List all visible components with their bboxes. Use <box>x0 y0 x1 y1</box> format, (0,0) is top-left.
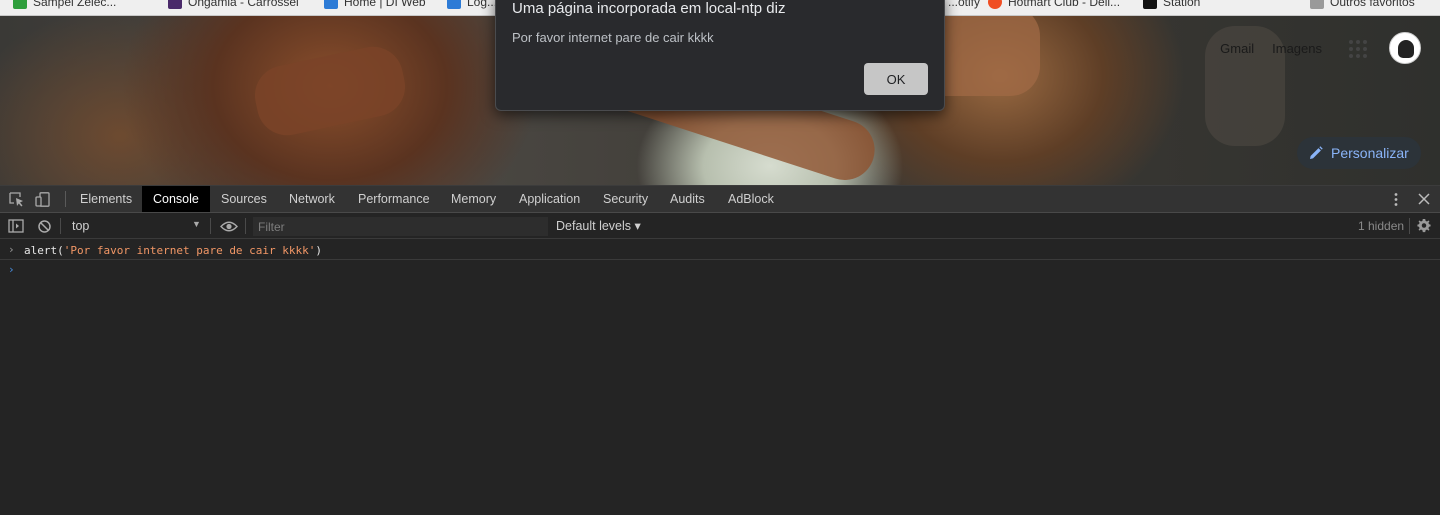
bookmark-item[interactable]: Sampel Zelec... <box>13 0 116 11</box>
dialog-message: Por favor internet pare de cair kkkk <box>512 30 714 45</box>
bookmark-favicon-icon <box>168 0 182 9</box>
bookmark-favicon-icon <box>13 0 27 9</box>
code-token: alert( <box>24 244 64 257</box>
dialog-title: Uma página incorporada em local-ntp diz <box>512 0 786 17</box>
code-token: ) <box>315 244 323 257</box>
console-code: alert('Por favor internet pare de cair k… <box>24 244 322 257</box>
context-selector[interactable]: top <box>64 216 208 236</box>
divider <box>210 218 211 234</box>
bookmark-label: Sampel Zelec... <box>33 0 117 9</box>
bookmark-label: Home | DI Web <box>344 0 426 9</box>
alert-dialog: Uma página incorporada em local-ntp diz … <box>495 0 945 111</box>
bookmark-label: Outros favoritos <box>1330 0 1415 9</box>
tab-adblock[interactable]: AdBlock <box>718 186 784 212</box>
code-string: 'Por favor internet pare de cair kkkk' <box>63 244 316 257</box>
customize-button[interactable]: Personalizar <box>1297 137 1421 169</box>
log-levels-dropdown[interactable]: Default levels ▾ <box>556 218 641 233</box>
console-toolbar: top ▼ Default levels ▾ 1 hidden <box>0 213 1440 239</box>
close-icon[interactable] <box>1416 192 1432 207</box>
tab-elements[interactable]: Elements <box>70 186 142 212</box>
clear-console-icon[interactable] <box>37 219 53 234</box>
bookmark-item[interactable]: Station <box>1143 0 1200 11</box>
divider <box>1409 218 1410 234</box>
ntp-header-links: Gmail Imagens <box>1220 41 1322 56</box>
avatar[interactable] <box>1389 32 1421 64</box>
pencil-icon <box>1310 146 1323 159</box>
bookmark-favicon-icon <box>988 0 1002 9</box>
devtools-panel: Elements Console Sources Network Perform… <box>0 185 1440 515</box>
gmail-link[interactable]: Gmail <box>1220 41 1254 56</box>
gear-icon[interactable] <box>1416 218 1432 233</box>
filter-input[interactable] <box>253 217 548 236</box>
divider <box>245 218 246 234</box>
bookmark-item[interactable]: Ongamia - Carrossel <box>168 0 299 11</box>
kebab-menu-icon[interactable] <box>1388 192 1404 207</box>
bookmark-label: Station <box>1163 0 1201 9</box>
bookmark-label: Ongamia - Carrossel <box>188 0 299 9</box>
tab-performance[interactable]: Performance <box>348 186 440 212</box>
console-prompt[interactable]: › <box>0 261 1440 280</box>
background-decoration <box>249 41 411 141</box>
bookmark-label: Log... <box>467 0 498 9</box>
context-value: top <box>72 219 90 233</box>
console-entry: › alert('Por favor internet pare de cair… <box>0 241 1440 260</box>
tab-sources[interactable]: Sources <box>211 186 277 212</box>
input-prompt-icon: › <box>8 243 15 256</box>
hidden-count: 1 hidden <box>1358 219 1405 233</box>
tab-security[interactable]: Security <box>593 186 658 212</box>
live-expression-eye-icon[interactable] <box>220 219 238 234</box>
bookmark-favicon-icon <box>1143 0 1157 9</box>
divider <box>65 191 66 207</box>
inspect-element-icon[interactable] <box>9 192 25 207</box>
apps-grid-icon[interactable] <box>1349 40 1367 58</box>
bookmark-item[interactable]: Outros favoritos <box>1310 0 1415 11</box>
tab-memory[interactable]: Memory <box>441 186 506 212</box>
bookmark-item[interactable]: Hotmart Club - Dell... <box>988 0 1120 11</box>
tab-console[interactable]: Console <box>142 186 210 212</box>
bookmark-label: Hotmart Club - Dell... <box>1008 0 1121 9</box>
customize-label: Personalizar <box>1331 145 1409 161</box>
bookmark-label: ...otify <box>948 0 981 9</box>
divider <box>60 218 61 234</box>
bookmark-item[interactable]: Home | DI Web <box>324 0 426 11</box>
folder-icon <box>1310 0 1324 9</box>
device-toolbar-icon[interactable] <box>35 192 51 207</box>
bookmark-favicon-icon <box>324 0 338 9</box>
chevron-down-icon: ▼ <box>192 219 201 229</box>
tab-audits[interactable]: Audits <box>660 186 715 212</box>
active-prompt-icon: › <box>8 263 15 276</box>
tab-network[interactable]: Network <box>279 186 345 212</box>
devtools-tabbar: Elements Console Sources Network Perform… <box>0 186 1440 213</box>
bookmark-favicon-icon <box>447 0 461 9</box>
bookmark-item[interactable]: Log... <box>447 0 497 11</box>
console-sidebar-icon[interactable] <box>8 219 24 234</box>
bookmark-item[interactable]: ...otify <box>948 0 980 11</box>
images-link[interactable]: Imagens <box>1272 41 1322 56</box>
ok-button[interactable]: OK <box>864 63 928 95</box>
tab-application[interactable]: Application <box>509 186 590 212</box>
